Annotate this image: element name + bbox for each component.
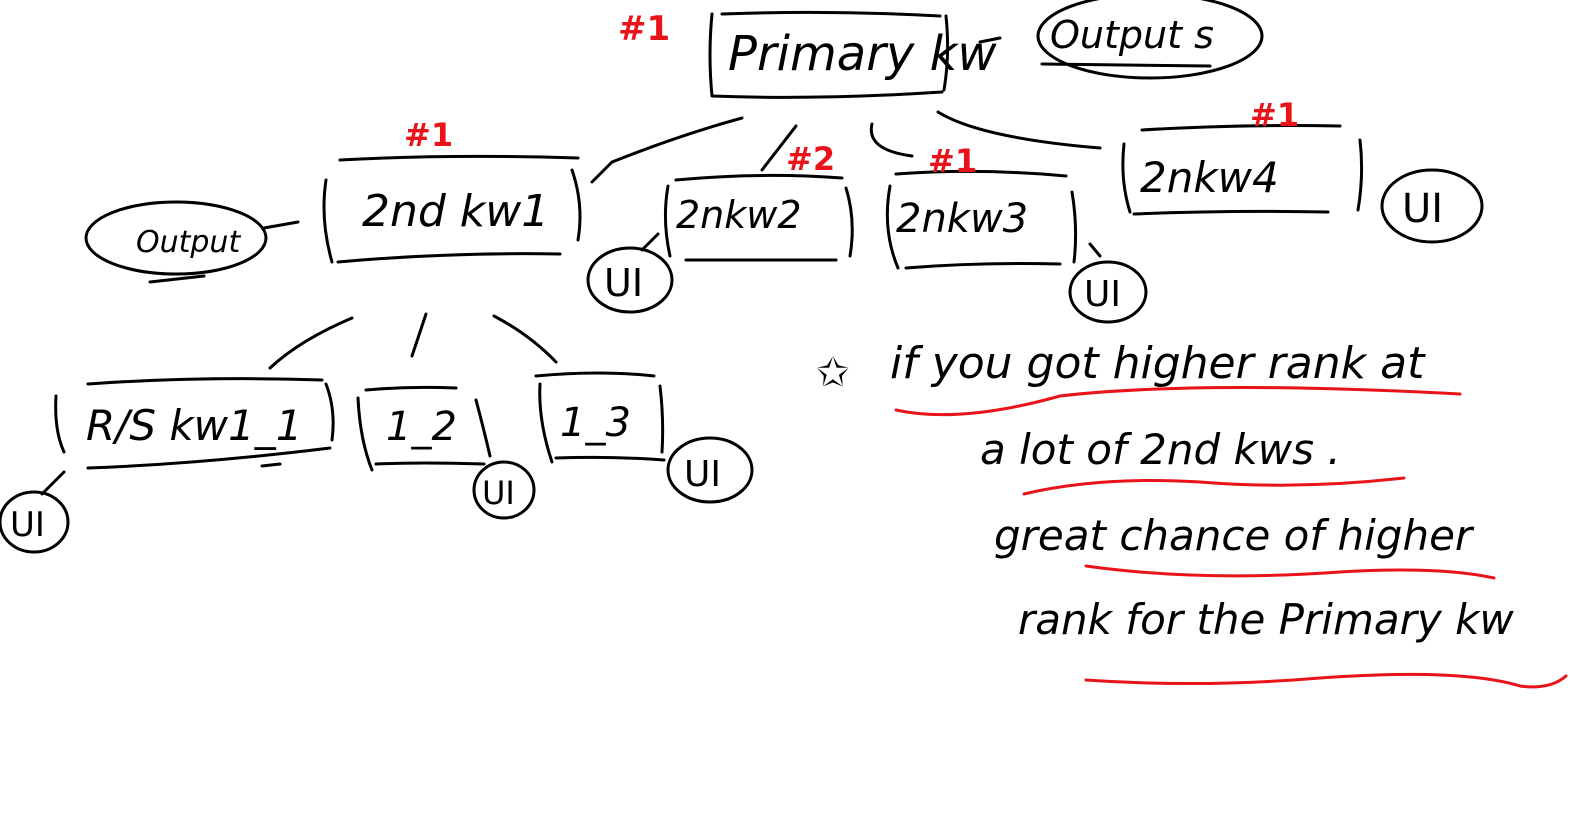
secondary-keyword-3-label: 2nkw3: [896, 196, 1028, 242]
secondary-keyword-3-rank: #1: [928, 142, 977, 180]
note-line-2-underline: [1022, 476, 1406, 496]
note-line-3-underline: [1084, 564, 1496, 580]
tertiary-keyword-3-label: 1_3: [560, 400, 631, 446]
secondary-keyword-4-rank: #1: [1250, 96, 1299, 134]
note-star-icon: ✩: [816, 350, 850, 396]
mind-map-canvas: Primary kw #1 Output s 2nd kw1 #1 Output…: [0, 0, 1568, 689]
tertiary-keyword-3-ui-label: UI: [684, 454, 721, 495]
tertiary-keyword-2-ui-label: UI: [482, 474, 515, 512]
secondary-keyword-4-label: 2nkw4: [1140, 153, 1279, 202]
secondary-keyword-2-node: 2nkw2: [663, 173, 854, 262]
tertiary-keyword-2-node: 1_2: [356, 385, 492, 472]
note-line-2: a lot of 2nd kws .: [980, 425, 1341, 474]
secondary-keyword-1-label: 2nd kw1: [362, 186, 549, 237]
secondary-keyword-1-output-label: Output: [136, 225, 241, 260]
note-line-1: if you got higher rank at: [890, 338, 1426, 389]
tertiary-keyword-3-ui-node: UI: [666, 436, 754, 504]
primary-keyword-node: Primary kw: [708, 10, 997, 99]
secondary-keyword-3-node: 2nkw3: [885, 169, 1078, 270]
secondary-keyword-4-node: 2nkw4: [1121, 124, 1364, 216]
rs1-ui-connector: [40, 470, 66, 496]
secondary-keyword-2-label: 2nkw2: [676, 193, 802, 237]
note-line-4: rank for the Primary kw: [1018, 595, 1514, 644]
primary-output-label: Output s: [1050, 13, 1214, 57]
secondary-keyword-1-rank: #1: [404, 116, 453, 154]
note-line-3: great chance of higher: [994, 511, 1475, 560]
secondary-keyword-2-rank: #2: [786, 140, 835, 178]
note-line-4-underline: [1084, 672, 1568, 689]
note-line-1-underline: [894, 385, 1462, 417]
secondary-keyword-1-node: 2nd kw1: [322, 154, 582, 264]
tertiary-keyword-1-label: R/S kw1_1: [86, 401, 302, 450]
tertiary-keyword-1-ui-node: UI: [0, 490, 70, 554]
secondary-keyword-4-ui-label: UI: [1402, 186, 1443, 232]
tertiary-keyword-1-node: R/S kw1_1: [54, 377, 335, 470]
secondary-keyword-3-ui-label: UI: [1084, 274, 1121, 315]
primary-output-node: Output s: [1036, 0, 1264, 80]
kw3-ui-connector: [1088, 242, 1102, 258]
note-block: ✩ if you got higher rank at a lot of 2nd…: [816, 338, 1568, 689]
tertiary-keyword-1-ui-label: UI: [10, 505, 45, 545]
secondary-keyword-4-ui-node: UI: [1380, 168, 1484, 244]
tertiary-keyword-2-ui-node: UI: [472, 460, 536, 520]
tertiary-keyword-2-label: 1_2: [386, 404, 457, 450]
tertiary-keyword-3-node: 1_3: [534, 371, 666, 464]
secondary-keyword-1-output-node: Output: [84, 200, 268, 284]
primary-rank-mark: #1: [618, 9, 670, 49]
kw1-output-connector: [262, 220, 300, 230]
primary-keyword-label: Primary kw: [728, 26, 997, 82]
secondary-keyword-2-ui-node: UI: [586, 246, 674, 314]
secondary-keyword-2-ui-label: UI: [604, 261, 643, 305]
kw2-ui-connector: [640, 232, 660, 252]
kw1-to-tertiary-connectors: [268, 312, 558, 370]
secondary-keyword-3-ui-node: UI: [1068, 260, 1148, 324]
